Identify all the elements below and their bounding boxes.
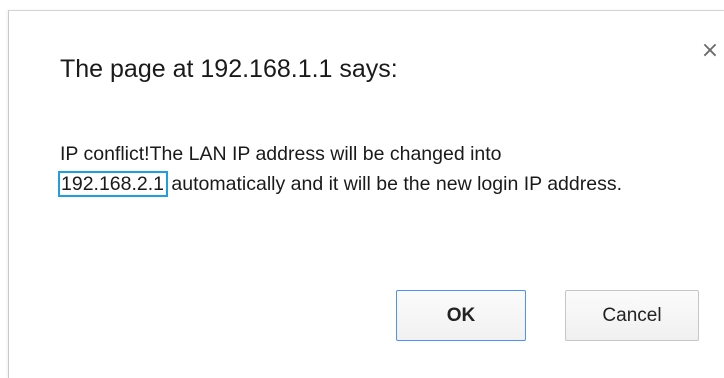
cancel-button-label: Cancel xyxy=(602,304,662,326)
ok-button-label: OK xyxy=(446,304,476,326)
ok-button[interactable]: OK xyxy=(396,290,526,341)
dialog-message: IP conflict!The LAN IP address will be c… xyxy=(57,139,700,199)
message-line2: automatically and it will be the new log… xyxy=(166,173,622,195)
dialog-title: The page at 192.168.1.1 says: xyxy=(60,55,398,83)
new-ip-address: 192.168.2.1 xyxy=(57,171,169,197)
cancel-button[interactable]: Cancel xyxy=(565,290,699,341)
alert-dialog: × The page at 192.168.1.1 says: IP confl… xyxy=(8,10,724,378)
message-line1: IP conflict!The LAN IP address will be c… xyxy=(60,143,502,165)
close-icon[interactable]: × xyxy=(699,40,721,62)
